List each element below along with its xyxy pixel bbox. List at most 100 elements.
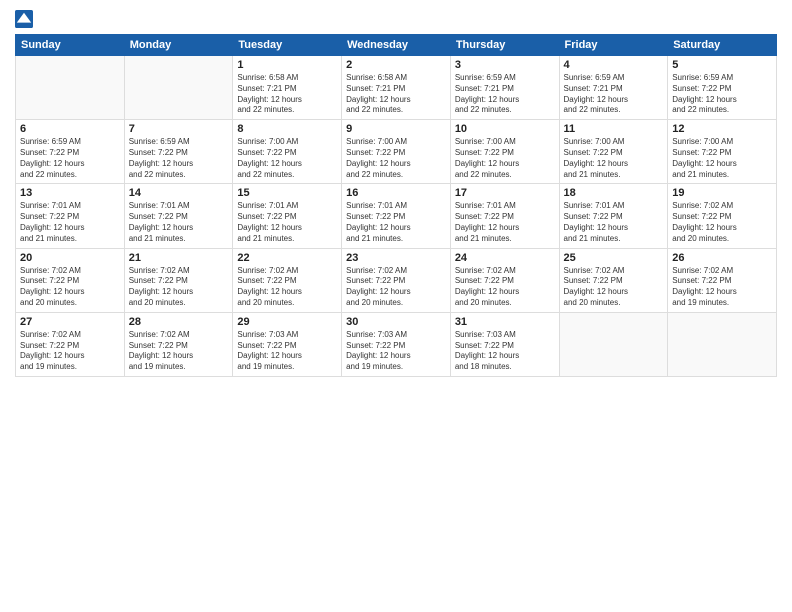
day-number: 15 xyxy=(237,187,337,199)
day-number: 13 xyxy=(20,187,120,199)
day-info: Sunrise: 7:01 AM Sunset: 7:22 PM Dayligh… xyxy=(455,201,555,244)
day-number: 10 xyxy=(455,123,555,135)
calendar-cell: 18Sunrise: 7:01 AM Sunset: 7:22 PM Dayli… xyxy=(559,184,668,248)
calendar-cell: 9Sunrise: 7:00 AM Sunset: 7:22 PM Daylig… xyxy=(342,120,451,184)
calendar-cell: 2 Sunrise: 6:58 AM Sunset: 7:21 PM Daylig… xyxy=(342,56,451,120)
day-info: Sunrise: 7:02 AM Sunset: 7:22 PM Dayligh… xyxy=(20,266,120,309)
day-number: 31 xyxy=(455,316,555,328)
day-info: Sunrise: 7:02 AM Sunset: 7:22 PM Dayligh… xyxy=(129,266,229,309)
day-info: Sunrise: 7:02 AM Sunset: 7:22 PM Dayligh… xyxy=(129,330,229,373)
day-info: Sunrise: 7:00 AM Sunset: 7:22 PM Dayligh… xyxy=(672,137,772,180)
day-number: 2 xyxy=(346,59,446,71)
day-info: Sunrise: 7:02 AM Sunset: 7:22 PM Dayligh… xyxy=(455,266,555,309)
calendar-cell: 12 Sunrise: 7:00 AM Sunset: 7:22 PM Dayli… xyxy=(668,120,777,184)
day-info: Sunrise: 7:01 AM Sunset: 7:22 PM Dayligh… xyxy=(237,201,337,244)
week-row-3: 13 Sunrise: 7:01 AM Sunset: 7:22 PM Dayli… xyxy=(16,184,777,248)
calendar-cell: 14 Sunrise: 7:01 AM Sunset: 7:22 PM Dayli… xyxy=(124,184,233,248)
col-header-wednesday: Wednesday xyxy=(342,35,451,56)
calendar-cell xyxy=(559,312,668,376)
day-number: 5 xyxy=(672,59,772,71)
day-info: Sunrise: 7:01 AM Sunset: 7:22 PM Dayligh… xyxy=(564,201,664,244)
logo xyxy=(15,10,35,28)
day-info: Sunrise: 6:59 AM Sunset: 7:22 PM Dayligh… xyxy=(20,137,120,180)
calendar-cell: 21 Sunrise: 7:02 AM Sunset: 7:22 PM Dayli… xyxy=(124,248,233,312)
day-number: 22 xyxy=(237,252,337,264)
week-row-1: 1 Sunrise: 6:58 AM Sunset: 7:21 PM Daylig… xyxy=(16,56,777,120)
day-info: Sunrise: 7:03 AM Sunset: 7:22 PM Dayligh… xyxy=(237,330,337,373)
calendar-cell: 1 Sunrise: 6:58 AM Sunset: 7:21 PM Daylig… xyxy=(233,56,342,120)
calendar-cell: 11Sunrise: 7:00 AM Sunset: 7:22 PM Dayli… xyxy=(559,120,668,184)
calendar-cell: 22 Sunrise: 7:02 AM Sunset: 7:22 PM Dayli… xyxy=(233,248,342,312)
day-info: Sunrise: 7:00 AM Sunset: 7:22 PM Dayligh… xyxy=(564,137,664,180)
day-number: 24 xyxy=(455,252,555,264)
day-number: 4 xyxy=(564,59,664,71)
day-number: 6 xyxy=(20,123,120,135)
col-header-saturday: Saturday xyxy=(668,35,777,56)
day-info: Sunrise: 6:59 AM Sunset: 7:22 PM Dayligh… xyxy=(672,73,772,116)
calendar-cell: 8 Sunrise: 7:00 AM Sunset: 7:22 PM Daylig… xyxy=(233,120,342,184)
day-number: 28 xyxy=(129,316,229,328)
calendar-cell: 10 Sunrise: 7:00 AM Sunset: 7:22 PM Dayli… xyxy=(450,120,559,184)
day-number: 21 xyxy=(129,252,229,264)
day-number: 25 xyxy=(564,252,664,264)
calendar-cell: 24 Sunrise: 7:02 AM Sunset: 7:22 PM Dayli… xyxy=(450,248,559,312)
day-number: 17 xyxy=(455,187,555,199)
day-number: 16 xyxy=(346,187,446,199)
col-header-tuesday: Tuesday xyxy=(233,35,342,56)
calendar-cell: 30Sunrise: 7:03 AM Sunset: 7:22 PM Dayli… xyxy=(342,312,451,376)
calendar-cell: 26Sunrise: 7:02 AM Sunset: 7:22 PM Dayli… xyxy=(668,248,777,312)
calendar-cell: 20Sunrise: 7:02 AM Sunset: 7:22 PM Dayli… xyxy=(16,248,125,312)
calendar-cell xyxy=(16,56,125,120)
day-info: Sunrise: 7:02 AM Sunset: 7:22 PM Dayligh… xyxy=(237,266,337,309)
day-number: 14 xyxy=(129,187,229,199)
calendar-cell: 28 Sunrise: 7:02 AM Sunset: 7:22 PM Dayli… xyxy=(124,312,233,376)
calendar-cell: 23 Sunrise: 7:02 AM Sunset: 7:22 PM Dayli… xyxy=(342,248,451,312)
calendar-cell: 5 Sunrise: 6:59 AM Sunset: 7:22 PM Daylig… xyxy=(668,56,777,120)
day-info: Sunrise: 7:01 AM Sunset: 7:22 PM Dayligh… xyxy=(346,201,446,244)
day-number: 8 xyxy=(237,123,337,135)
day-number: 3 xyxy=(455,59,555,71)
day-number: 12 xyxy=(672,123,772,135)
calendar-cell: 29 Sunrise: 7:03 AM Sunset: 7:22 PM Dayli… xyxy=(233,312,342,376)
day-number: 27 xyxy=(20,316,120,328)
calendar-cell: 25 Sunrise: 7:02 AM Sunset: 7:22 PM Dayli… xyxy=(559,248,668,312)
day-info: Sunrise: 7:00 AM Sunset: 7:22 PM Dayligh… xyxy=(237,137,337,180)
header-row: SundayMondayTuesdayWednesdayThursdayFrid… xyxy=(16,35,777,56)
calendar-table: SundayMondayTuesdayWednesdayThursdayFrid… xyxy=(15,34,777,377)
day-number: 19 xyxy=(672,187,772,199)
day-number: 7 xyxy=(129,123,229,135)
calendar-cell xyxy=(124,56,233,120)
day-info: Sunrise: 7:00 AM Sunset: 7:22 PM Dayligh… xyxy=(346,137,446,180)
day-info: Sunrise: 7:00 AM Sunset: 7:22 PM Dayligh… xyxy=(455,137,555,180)
calendar-cell: 6 Sunrise: 6:59 AM Sunset: 7:22 PM Daylig… xyxy=(16,120,125,184)
header xyxy=(15,10,777,28)
day-info: Sunrise: 7:02 AM Sunset: 7:22 PM Dayligh… xyxy=(20,330,120,373)
day-info: Sunrise: 7:01 AM Sunset: 7:22 PM Dayligh… xyxy=(20,201,120,244)
week-row-5: 27 Sunrise: 7:02 AM Sunset: 7:22 PM Dayli… xyxy=(16,312,777,376)
day-info: Sunrise: 6:58 AM Sunset: 7:21 PM Dayligh… xyxy=(237,73,337,116)
day-number: 26 xyxy=(672,252,772,264)
day-info: Sunrise: 7:02 AM Sunset: 7:22 PM Dayligh… xyxy=(346,266,446,309)
calendar-cell: 19 Sunrise: 7:02 AM Sunset: 7:22 PM Dayli… xyxy=(668,184,777,248)
day-number: 29 xyxy=(237,316,337,328)
day-info: Sunrise: 6:59 AM Sunset: 7:21 PM Dayligh… xyxy=(455,73,555,116)
calendar-cell: 31 Sunrise: 7:03 AM Sunset: 7:22 PM Dayli… xyxy=(450,312,559,376)
day-info: Sunrise: 7:02 AM Sunset: 7:22 PM Dayligh… xyxy=(672,201,772,244)
week-row-4: 20Sunrise: 7:02 AM Sunset: 7:22 PM Dayli… xyxy=(16,248,777,312)
day-info: Sunrise: 7:01 AM Sunset: 7:22 PM Dayligh… xyxy=(129,201,229,244)
calendar-cell: 7Sunrise: 6:59 AM Sunset: 7:22 PM Daylig… xyxy=(124,120,233,184)
day-info: Sunrise: 7:03 AM Sunset: 7:22 PM Dayligh… xyxy=(346,330,446,373)
calendar-cell: 13 Sunrise: 7:01 AM Sunset: 7:22 PM Dayli… xyxy=(16,184,125,248)
calendar-cell: 4Sunrise: 6:59 AM Sunset: 7:21 PM Daylig… xyxy=(559,56,668,120)
day-number: 23 xyxy=(346,252,446,264)
page: SundayMondayTuesdayWednesdayThursdayFrid… xyxy=(0,0,792,612)
day-info: Sunrise: 6:58 AM Sunset: 7:21 PM Dayligh… xyxy=(346,73,446,116)
calendar-cell: 17 Sunrise: 7:01 AM Sunset: 7:22 PM Dayli… xyxy=(450,184,559,248)
day-number: 1 xyxy=(237,59,337,71)
week-row-2: 6 Sunrise: 6:59 AM Sunset: 7:22 PM Daylig… xyxy=(16,120,777,184)
calendar-cell xyxy=(668,312,777,376)
calendar-cell: 16 Sunrise: 7:01 AM Sunset: 7:22 PM Dayli… xyxy=(342,184,451,248)
day-info: Sunrise: 7:03 AM Sunset: 7:22 PM Dayligh… xyxy=(455,330,555,373)
day-info: Sunrise: 7:02 AM Sunset: 7:22 PM Dayligh… xyxy=(564,266,664,309)
col-header-thursday: Thursday xyxy=(450,35,559,56)
